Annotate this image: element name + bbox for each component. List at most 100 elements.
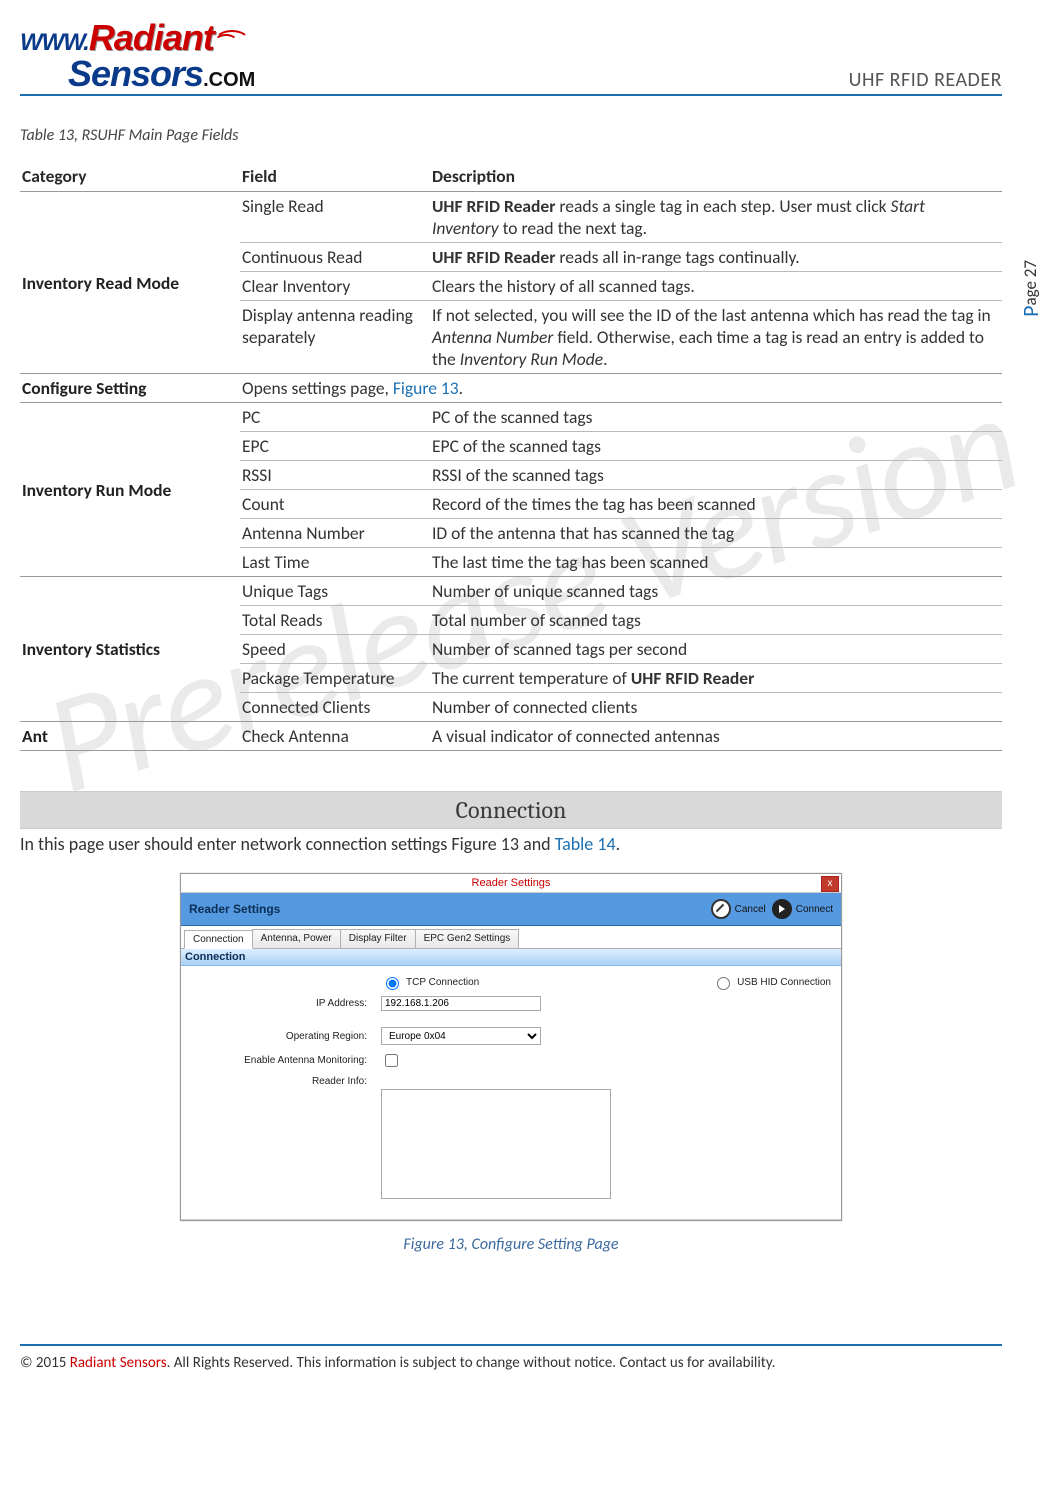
logo-radiant: Radiant	[89, 17, 214, 58]
category-cell: Inventory Statistics	[20, 577, 240, 722]
enable-antenna-monitoring-label: Enable Antenna Monitoring:	[191, 1055, 371, 1066]
category-cell: Configure Setting	[20, 374, 240, 403]
text-part: Antenna Number	[432, 326, 553, 348]
col-description: Description	[430, 161, 1002, 192]
logo: WWW.Radiant Sensors.COM	[20, 20, 255, 92]
text-part: reads all in-range tags continually.	[555, 246, 799, 268]
field-cell: Single Read	[240, 192, 430, 243]
text-part: Inventory Run Mode	[460, 348, 603, 370]
description-cell: Number of connected clients	[430, 693, 1002, 722]
text-part: to read the next tag.	[499, 217, 647, 239]
text-part[interactable]: Figure 13	[393, 377, 459, 399]
page-number-prefix: P	[1017, 306, 1044, 317]
field-cell: PC	[240, 403, 430, 432]
tab-display-filter[interactable]: Display Filter	[340, 929, 416, 948]
col-category: Category	[20, 161, 240, 192]
logo-www: WWW.	[20, 29, 89, 56]
connect-label: Connect	[796, 904, 833, 915]
ribbon-title: Reader Settings	[189, 902, 280, 916]
description-cell: Number of unique scanned tags	[430, 577, 1002, 606]
operating-region-select[interactable]: Europe 0x04	[381, 1027, 541, 1045]
text-part: UHF RFID Reader	[432, 195, 555, 217]
usb-hid-radio[interactable]	[717, 977, 730, 990]
field-cell: Count	[240, 490, 430, 519]
reader-settings-dialog: Reader Settings x Reader Settings Cancel…	[180, 873, 842, 1221]
field-cell: Display antenna reading separately	[240, 301, 430, 374]
field-cell: EPC	[240, 432, 430, 461]
text-part: .	[603, 348, 607, 370]
category-cell: Inventory Read Mode	[20, 192, 240, 374]
category-cell: Ant	[20, 722, 240, 751]
description-cell: Number of scanned tags per second	[430, 635, 1002, 664]
tab-antenna-power[interactable]: Antenna, Power	[252, 929, 341, 948]
field-cell: Speed	[240, 635, 430, 664]
table-row: Configure SettingOpens settings page, Fi…	[20, 374, 1002, 403]
logo-wave-icon	[214, 32, 254, 50]
description-cell: PC of the scanned tags	[430, 403, 1002, 432]
table-row: AntCheck AntennaA visual indicator of co…	[20, 722, 1002, 751]
footer: © 2015 Radiant Sensors. All Rights Reser…	[20, 1346, 1002, 1372]
field-cell: Unique Tags	[240, 577, 430, 606]
footer-copyright-pre: © 2015	[20, 1354, 70, 1372]
operating-region-label: Operating Region:	[191, 1031, 371, 1042]
description-cell: UHF RFID Reader reads a single tag in ea…	[430, 192, 1002, 243]
text-part: UHF RFID Reader	[631, 667, 754, 689]
group-connection-title: Connection	[181, 949, 841, 966]
document-title: UHF RFID READER	[849, 68, 1002, 92]
table14-link[interactable]: Table 14	[555, 833, 616, 855]
tcp-connection-label: TCP Connection	[406, 977, 479, 988]
description-cell: ID of the antenna that has scanned the t…	[430, 519, 1002, 548]
page-header: WWW.Radiant Sensors.COM UHF RFID READER	[20, 20, 1002, 96]
field-cell: Antenna Number	[240, 519, 430, 548]
text-part: reads a single tag in each step. User mu…	[555, 195, 890, 217]
text-part: UHF RFID Reader	[432, 246, 555, 268]
field-cell: Last Time	[240, 548, 430, 577]
usb-hid-label: USB HID Connection	[737, 977, 831, 988]
logo-com: .COM	[203, 69, 255, 91]
enable-antenna-monitoring-checkbox[interactable]	[385, 1054, 398, 1067]
field-cell: RSSI	[240, 461, 430, 490]
description-cell: Total number of scanned tags	[430, 606, 1002, 635]
col-field: Field	[240, 161, 430, 192]
tab-epc-gen2[interactable]: EPC Gen2 Settings	[415, 929, 520, 948]
field-cell: Continuous Read	[240, 243, 430, 272]
description-cell: EPC of the scanned tags	[430, 432, 1002, 461]
dialog-titlebar: Reader Settings x	[181, 874, 841, 893]
reader-info-label: Reader Info:	[191, 1076, 371, 1087]
category-cell: Inventory Run Mode	[20, 403, 240, 577]
page-number-rest: age 27	[1020, 260, 1041, 306]
cancel-button[interactable]: Cancel	[711, 899, 766, 919]
tab-body-connection: Connection TCP Connection USB HID Connec…	[181, 949, 841, 1220]
footer-copyright-post: . All Rights Reserved. This information …	[167, 1354, 776, 1372]
table-caption: Table 13, RSUHF Main Page Fields	[20, 126, 1002, 145]
section-intro-pre: In this page user should enter network c…	[20, 833, 555, 855]
logo-sensors: Sensors	[68, 53, 203, 94]
section-intro-post: .	[616, 833, 621, 855]
fields-table: Category Field Description Inventory Rea…	[20, 161, 1002, 751]
page-number: Page 27	[1017, 260, 1044, 317]
ip-address-label: IP Address:	[191, 998, 371, 1009]
description-cell: RSSI of the scanned tags	[430, 461, 1002, 490]
field-cell: Connected Clients	[240, 693, 430, 722]
field-cell: Check Antenna	[240, 722, 430, 751]
description-cell: The last time the tag has been scanned	[430, 548, 1002, 577]
text-part: .	[459, 377, 463, 399]
section-heading-connection: Connection	[20, 791, 1002, 829]
tcp-connection-radio[interactable]	[386, 977, 399, 990]
text-part: If not selected, you will see the ID of …	[432, 304, 991, 326]
tab-connection[interactable]: Connection	[184, 930, 253, 949]
description-cell: Clears the history of all scanned tags.	[430, 272, 1002, 301]
reader-info-box	[381, 1089, 611, 1199]
figure-caption: Figure 13, Configure Setting Page	[20, 1235, 1002, 1254]
footer-brand: Radiant Sensors	[70, 1354, 167, 1372]
close-button[interactable]: x	[821, 876, 839, 892]
text-part: The current temperature of	[432, 667, 631, 689]
connect-button[interactable]: Connect	[772, 899, 833, 919]
text-part: Opens settings page,	[242, 377, 393, 399]
table-row: Inventory StatisticsUnique TagsNumber of…	[20, 577, 1002, 606]
description-cell: Record of the times the tag has been sca…	[430, 490, 1002, 519]
dialog-tabs: Connection Antenna, Power Display Filter…	[181, 926, 841, 949]
description-cell: A visual indicator of connected antennas	[430, 722, 1002, 751]
ip-address-input[interactable]	[381, 996, 541, 1011]
cancel-icon	[711, 899, 731, 919]
